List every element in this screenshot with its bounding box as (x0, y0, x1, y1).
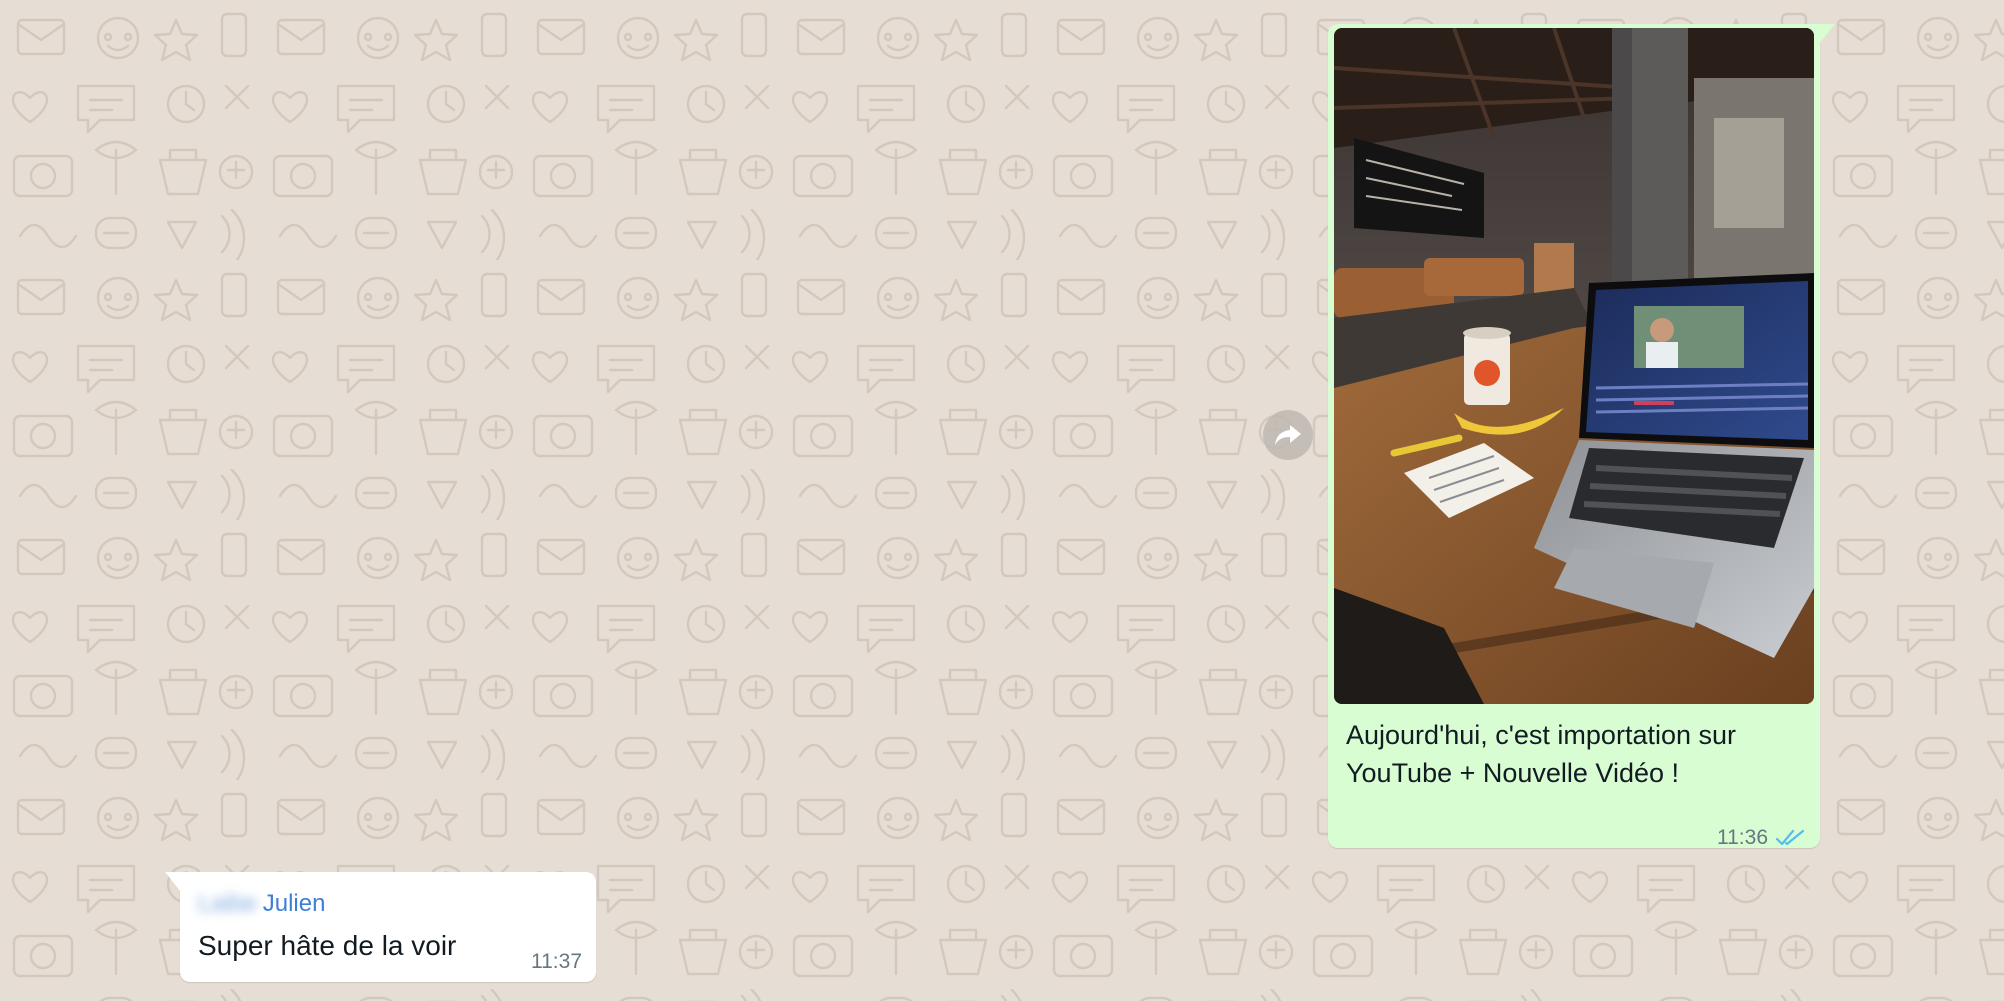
message-photo[interactable] (1334, 28, 1814, 704)
bubble-tail (1819, 24, 1835, 44)
double-check-read-icon (1776, 829, 1805, 846)
message-time: 11:36 (1717, 826, 1768, 849)
incoming-message-time: 11:37 (531, 950, 582, 973)
incoming-message-text: Super hâte de la voir (198, 930, 457, 961)
forward-arrow-icon (1275, 425, 1301, 445)
outgoing-message-bubble[interactable]: Aujourd'hui, c'est importation sur YouTu… (1328, 24, 1835, 850)
sender-first-name-blurred: Laibe (198, 890, 257, 917)
forward-button[interactable] (1263, 410, 1313, 460)
incoming-message-bubble[interactable]: Laibe Julien Super hâte de la voir 11:37 (165, 872, 596, 982)
bubble-tail (165, 872, 181, 892)
sender-name[interactable]: Laibe Julien (198, 890, 325, 918)
sender-last-name: Julien (262, 890, 326, 917)
message-meta: 11:36 (1717, 826, 1806, 850)
message-caption: Aujourd'hui, c'est importation sur YouTu… (1346, 720, 1736, 788)
